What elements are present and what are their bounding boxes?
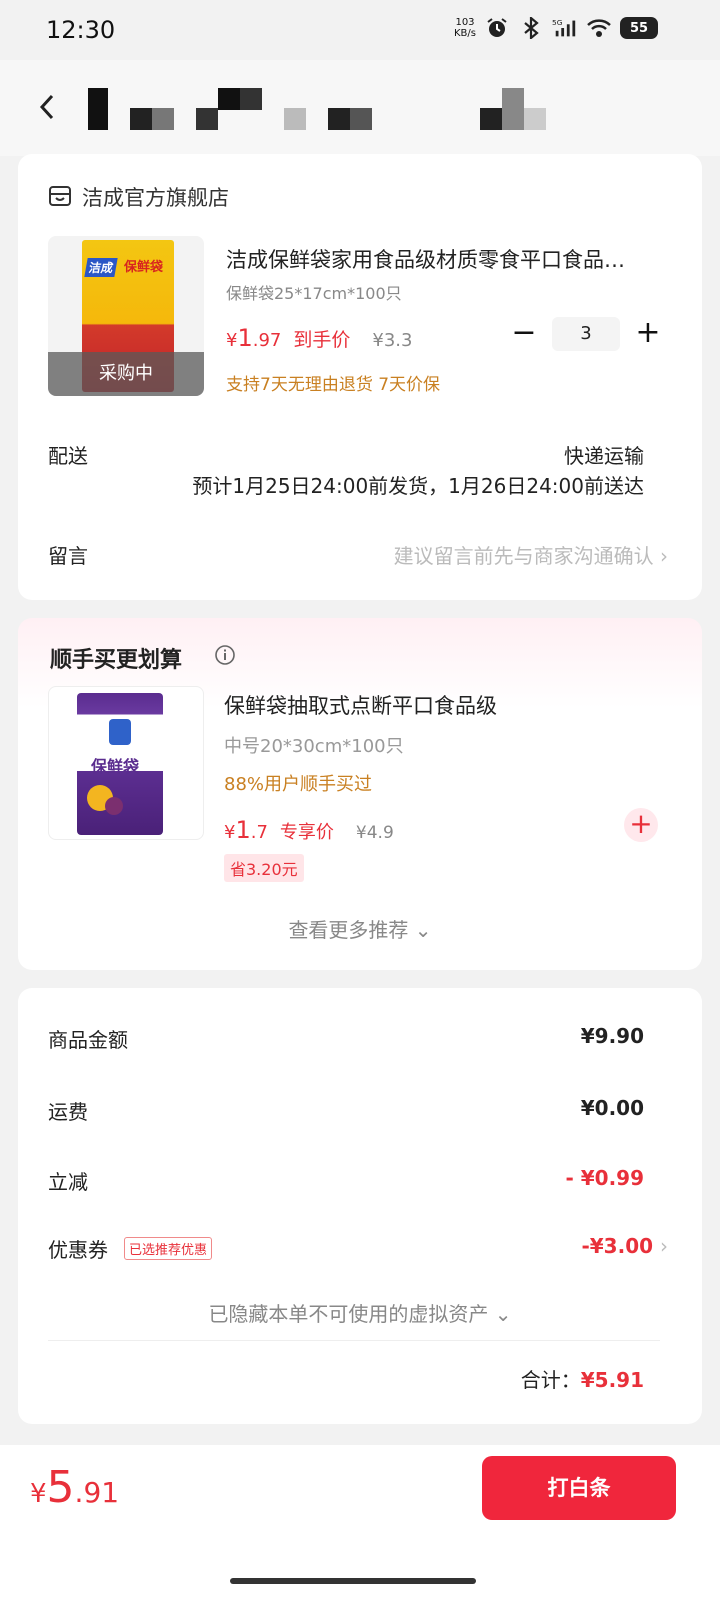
pay-button[interactable]: 打白条 (482, 1456, 676, 1520)
bluetooth-icon (518, 16, 544, 40)
chevron-down-icon: ⌄ (414, 918, 432, 942)
network-speed-value: 103 (455, 17, 475, 28)
message-row[interactable]: 建议留言前先与商家沟通确认 › (394, 540, 668, 569)
hidden-assets-toggle[interactable]: 已隐藏本单不可使用的虚拟资产 ⌄ (18, 1298, 702, 1327)
hidden-assets-label[interactable]: 已隐藏本单不可使用的虚拟资产 (208, 1302, 488, 1326)
delivery-method: 快递运输 (564, 444, 644, 468)
battery-icon: 55 (620, 17, 658, 39)
discount-value: - ¥0.99 (565, 1166, 644, 1190)
service-guarantee: 支持7天无理由退货 7天价保 (226, 375, 441, 395)
recommend-price: ¥ 1 .7 专享价 ¥4.9 (224, 816, 394, 844)
product-image-name: 保鲜袋 (124, 260, 164, 275)
shipping-value: ¥0.00 (580, 1096, 644, 1120)
shipping-label: 运费 (48, 1100, 88, 1124)
product-spec[interactable]: 保鲜袋25*17cm*100只 (226, 280, 402, 304)
product-price: ¥ 1 .97 到手价 ¥3.3 (226, 324, 412, 352)
product-image-brand: 洁成 (84, 258, 118, 277)
network-speed-unit: KB/s (454, 28, 476, 39)
more-recommend-label[interactable]: 查看更多推荐 (288, 918, 408, 942)
product-image[interactable]: 洁成 保鲜袋 采购中 (48, 236, 204, 396)
status-time: 12:30 (46, 16, 116, 44)
decrease-button[interactable]: − (504, 316, 544, 352)
logo-shape (109, 719, 131, 745)
chevron-right-icon: › (660, 544, 668, 568)
original-price: ¥3.3 (372, 330, 413, 351)
quantity-stepper: − 3 + (504, 316, 668, 352)
recommend-product-image[interactable]: 保鲜袋 (48, 686, 204, 840)
price-tag: 到手价 (293, 329, 351, 351)
goods-amount-value: ¥9.90 (580, 1024, 644, 1048)
coupon-badge: 已选推荐优惠 (124, 1237, 213, 1260)
goods-amount-label: 商品金额 (48, 1028, 128, 1052)
coupon-row[interactable]: -¥3.00 › (581, 1234, 668, 1258)
more-recommend-link[interactable]: 查看更多推荐 ⌄ (18, 914, 702, 943)
increase-button[interactable]: + (628, 316, 668, 352)
alarm-icon (484, 16, 510, 40)
add-to-order-button[interactable]: + (624, 808, 658, 842)
back-arrow-icon[interactable] (34, 92, 64, 122)
price-symbol: ¥ (226, 330, 238, 351)
info-icon[interactable] (214, 644, 236, 666)
delivery-label: 配送 (48, 444, 88, 468)
delivery-estimate: 预计1月25日24:00前发货，1月26日24:00前送达 (192, 474, 644, 498)
wifi-icon (586, 16, 612, 40)
divider (48, 1340, 660, 1341)
chevron-down-icon: ⌄ (494, 1302, 512, 1326)
discount-label: 立减 (48, 1170, 88, 1194)
product-title[interactable]: 洁成保鲜袋家用食品级材质零食平口食品… (226, 244, 656, 274)
price-integer: 1 (237, 324, 253, 352)
svg-text:5G: 5G (552, 18, 563, 27)
signal-5g-icon: 5G (552, 16, 578, 40)
payable-amount: ¥ 5 .91 (30, 1462, 119, 1513)
price-decimal: .7 (250, 822, 268, 843)
chevron-right-icon: › (660, 1234, 668, 1258)
status-icons: 103 KB/s 5G 55 (454, 16, 658, 40)
store-name[interactable]: 洁成官方旗舰店 (82, 182, 229, 212)
price-tag: 专享价 (279, 822, 334, 843)
recommend-package-graphic: 保鲜袋 (77, 693, 163, 835)
total-label: 合计： (520, 1368, 581, 1392)
pay-decimal: .91 (74, 1476, 120, 1509)
recommend-product-spec: 中号20*30cm*100只 (224, 736, 404, 757)
recommend-product-name[interactable]: 保鲜袋抽取式点断平口食品级 (224, 690, 497, 720)
recommend-card: 顺手买更划算 保鲜袋 保鲜袋抽取式点断平口食品级 中号20*30cm*100只 … (18, 618, 702, 970)
pay-integer: 5 (46, 1462, 75, 1513)
coupon-label: 优惠券 (48, 1238, 108, 1262)
total-value: ¥5.91 (580, 1368, 644, 1392)
total-row: 合计：¥5.91 (521, 1364, 644, 1393)
network-speed: 103 KB/s (454, 17, 476, 39)
message-label: 留言 (48, 544, 88, 568)
price-symbol: ¥ (224, 822, 236, 843)
recommend-bought-rate: 88%用户顺手买过 (224, 774, 373, 795)
price-decimal: .97 (252, 330, 282, 351)
pay-symbol: ¥ (30, 1479, 47, 1509)
store-icon (48, 184, 72, 208)
message-placeholder[interactable]: 建议留言前先与商家沟通确认 (394, 544, 654, 568)
save-badge: 省3.20元 (224, 854, 304, 882)
home-indicator[interactable] (230, 1578, 476, 1584)
price-integer: 1 (235, 816, 251, 844)
recommend-title: 顺手买更划算 (50, 648, 183, 673)
purchasing-overlay: 采购中 (48, 352, 204, 396)
coupon-value[interactable]: -¥3.00 (581, 1234, 653, 1258)
order-card: 洁成官方旗舰店 洁成 保鲜袋 采购中 洁成保鲜袋家用食品级材质零食平口食品… 保… (18, 154, 702, 600)
quantity-value[interactable]: 3 (552, 317, 620, 351)
summary-card: 商品金额 ¥9.90 运费 ¥0.00 立减 - ¥0.99 优惠券 已选推荐优… (18, 988, 702, 1424)
original-price: ¥4.9 (355, 823, 394, 843)
fruit-graphic (105, 797, 123, 815)
recommend-image-name: 保鲜袋 (91, 757, 140, 776)
